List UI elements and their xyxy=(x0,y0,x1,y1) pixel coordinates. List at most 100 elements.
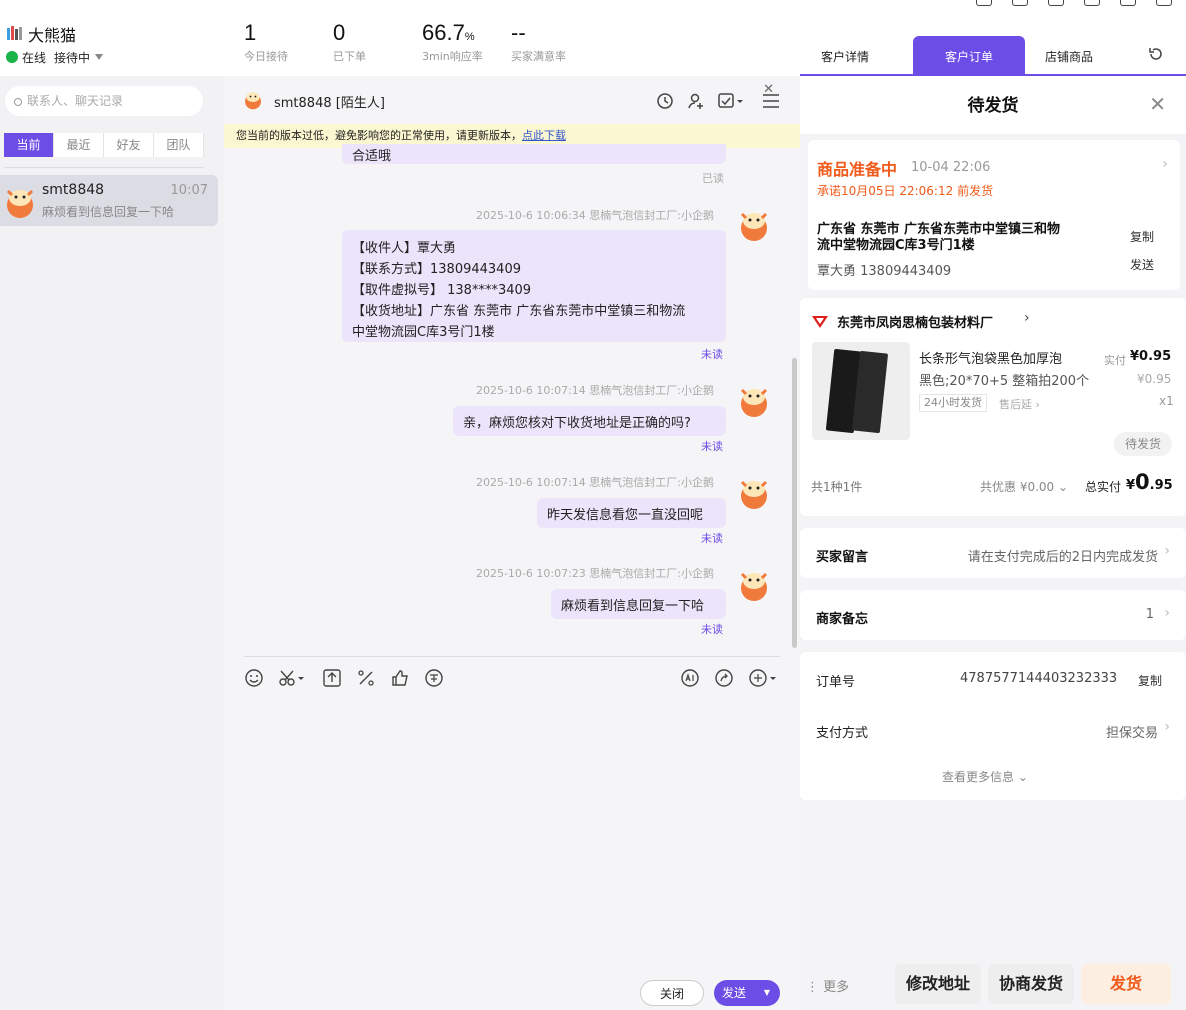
paid-label: 实付 xyxy=(1104,354,1126,367)
chat-title: smt8848 [陌生人] xyxy=(274,96,385,111)
tab-team[interactable]: 团队 xyxy=(154,133,204,157)
read-status: 未读 xyxy=(701,623,723,636)
share-icon[interactable] xyxy=(714,668,734,688)
agent-avatar xyxy=(740,388,768,417)
close-icon[interactable]: ✕ xyxy=(763,82,774,97)
tab-recent[interactable]: 最近 xyxy=(54,133,104,157)
ship-24h-tag: 24小时发货 xyxy=(919,394,987,412)
ship-button[interactable]: 发货 xyxy=(1081,964,1171,1004)
tab-current[interactable]: 当前 xyxy=(4,133,54,157)
product-spec: 黑色;20*70+5 整箱拍200个 xyxy=(919,374,1090,389)
close-window-icon[interactable] xyxy=(1156,0,1172,6)
close-chat-button[interactable]: 关闭 xyxy=(640,980,704,1006)
window-icon-2[interactable] xyxy=(1012,0,1028,6)
tab-customer-orders[interactable]: 客户订单 xyxy=(913,36,1025,74)
history-icon[interactable] xyxy=(656,92,674,110)
avatar xyxy=(245,92,261,110)
chevron-right-icon[interactable]: › xyxy=(1162,156,1168,172)
translate-icon[interactable] xyxy=(424,668,444,688)
product-card: 东莞市凤岗思楠包装材料厂 › 长条形气泡袋黑色加厚泡 黑色;20*70+5 整箱… xyxy=(800,298,1186,516)
negotiate-ship-button[interactable]: 协商发货 xyxy=(988,964,1074,1004)
task-icon[interactable] xyxy=(718,92,744,110)
product-image[interactable] xyxy=(812,342,910,440)
store-name[interactable]: 东莞市凤岗思楠包装材料厂 xyxy=(837,312,993,331)
send-button[interactable]: 发送 ▼ xyxy=(714,980,780,1006)
discount-info[interactable]: 共优惠 ¥0.00 ⌄ xyxy=(980,478,1068,495)
payment-method[interactable]: 担保交易 xyxy=(1106,722,1158,741)
thumbs-up-icon[interactable] xyxy=(390,668,410,688)
quantity: x1 xyxy=(1159,394,1174,408)
read-status: 已读 xyxy=(702,172,724,185)
message-bubble: 昨天发信息看您一直没回呢 xyxy=(537,498,726,528)
ai-assistant-icon[interactable] xyxy=(680,668,700,688)
pin-icon[interactable] xyxy=(1048,0,1064,6)
prep-status: 商品准备中 xyxy=(817,160,898,179)
message-meta: 2025-10-6 10:07:23 思楠气泡信封工厂:小企鹅 xyxy=(475,567,714,580)
tab-store-products[interactable]: 店铺商品 xyxy=(1025,36,1113,74)
tab-friends[interactable]: 好友 xyxy=(104,133,154,157)
discount-icon[interactable] xyxy=(356,668,376,688)
chat-header: smt8848 [陌生人] xyxy=(224,76,800,124)
download-link[interactable]: 点此下载 xyxy=(522,129,566,142)
copy-order-no-button[interactable]: 复制 xyxy=(1138,672,1162,689)
send-address-button[interactable]: 发送 xyxy=(1130,256,1154,273)
original-price: ¥0.95 xyxy=(1137,372,1172,386)
payment-label: 支付方式 xyxy=(816,726,869,741)
after-sale-tag[interactable]: 售后延 › xyxy=(999,396,1040,412)
stat-ordered: 0 已下单 xyxy=(333,20,366,63)
copy-address-button[interactable]: 复制 xyxy=(1130,228,1154,245)
paid-price: ¥0.95 xyxy=(1130,349,1172,364)
scissors-icon[interactable] xyxy=(278,668,306,688)
close-icon[interactable]: ✕ xyxy=(1149,92,1166,116)
contact-item[interactable]: smt8848 10:07 麻烦看到信息回复一下哈 xyxy=(0,175,218,226)
app-window: 大熊猫 在线 接待中 1 今日接待 0 已下单 66.7% 3min响应率 --… xyxy=(0,0,1186,1010)
read-status: 未读 xyxy=(701,532,723,545)
agent-avatar xyxy=(740,480,768,509)
edit-address-button[interactable]: 修改地址 xyxy=(895,964,981,1004)
reception-status[interactable]: 接待中 xyxy=(54,49,90,66)
contact-search-input[interactable]: 联系人、聊天记录 xyxy=(5,86,203,116)
chevron-down-icon[interactable]: ▼ xyxy=(764,980,770,1006)
minimize-icon[interactable] xyxy=(1084,0,1100,6)
emoji-icon[interactable] xyxy=(244,668,264,688)
quick-reply-icon[interactable] xyxy=(748,668,778,688)
message-bubble: 亲，麻烦您核对下收货地址是正确的吗? xyxy=(453,406,726,436)
search-icon xyxy=(14,98,22,106)
read-status: 未读 xyxy=(701,348,723,361)
store-icon xyxy=(812,316,828,328)
chevron-down-icon[interactable] xyxy=(95,54,103,60)
divider xyxy=(4,167,204,168)
maximize-icon[interactable] xyxy=(1120,0,1136,6)
divider xyxy=(244,656,780,657)
order-panel: 待发货 ✕ 商品准备中 10-04 22:06 › 承诺10月05日 22:06… xyxy=(800,78,1186,1010)
message-bubble: 合适哦 xyxy=(342,144,726,164)
merchant-memo-row[interactable]: 商家备忘 1 › xyxy=(800,590,1186,640)
chevron-right-icon: › xyxy=(1164,543,1170,559)
stat-today-reception: 1 今日接待 xyxy=(244,20,288,63)
right-tabs: 客户详情 客户订单 店铺商品 xyxy=(800,36,1186,76)
stat-satisfaction: -- 买家满意率 xyxy=(511,20,566,63)
memo-value: 1 xyxy=(1145,607,1154,622)
read-status: 未读 xyxy=(701,440,723,453)
agent-avatar xyxy=(740,572,768,601)
product-name[interactable]: 长条形气泡袋黑色加厚泡 xyxy=(919,348,1062,367)
add-user-icon[interactable] xyxy=(687,92,705,110)
chevron-right-icon: › xyxy=(1164,605,1170,621)
shop-name: 大熊猫 xyxy=(28,26,77,45)
window-icon-1[interactable] xyxy=(976,0,992,6)
online-status-icon xyxy=(6,51,18,63)
refresh-icon[interactable] xyxy=(1148,46,1164,62)
contact-name: smt8848 xyxy=(42,182,105,198)
tab-customer-detail[interactable]: 客户详情 xyxy=(800,36,890,74)
more-actions[interactable]: ⋮ 更多 xyxy=(806,976,849,995)
address-line-2: 流中堂物流园C库3号门1楼 xyxy=(817,238,975,253)
chat-scrollbar[interactable] xyxy=(792,358,797,648)
more-info-link[interactable]: 查看更多信息 ⌄ xyxy=(942,768,1028,785)
buyer-message-row[interactable]: 买家留言 请在支付完成后的2日内完成发货 › xyxy=(800,528,1186,578)
shipping-card: 商品准备中 10-04 22:06 › 承诺10月05日 22:06:12 前发… xyxy=(808,140,1180,290)
memo-label: 商家备忘 xyxy=(816,612,869,627)
chevron-right-icon: › xyxy=(1164,719,1170,735)
message-meta: 2025-10-6 10:06:34 思楠气泡信封工厂:小企鹅 xyxy=(475,209,714,222)
chevron-right-icon[interactable]: › xyxy=(1024,310,1030,326)
upload-icon[interactable] xyxy=(322,668,342,688)
